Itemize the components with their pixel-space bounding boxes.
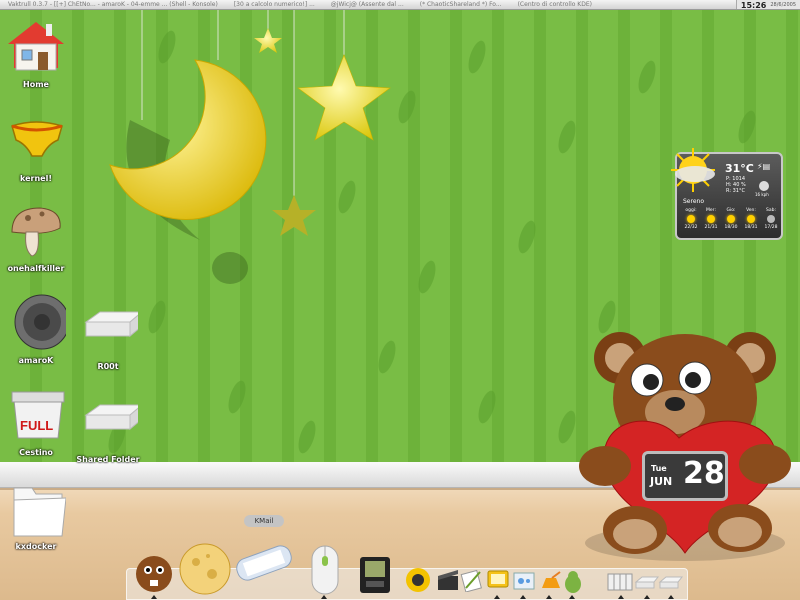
calendar-weekday: Tue (651, 464, 667, 473)
clapper-icon[interactable] (436, 568, 460, 596)
underwear-icon (6, 112, 66, 172)
network-icon[interactable] (512, 570, 536, 596)
desktop-icon-kernel[interactable]: kernel! (0, 112, 72, 183)
drive-icon (78, 300, 144, 360)
kettle-icon[interactable] (538, 570, 562, 596)
monitor-icon[interactable] (486, 568, 510, 596)
trash-full-icon: FULL (6, 386, 66, 446)
desktop-icon-label: Cestino (19, 448, 53, 457)
camera-icon[interactable] (404, 566, 432, 598)
desktop-icon-amarok[interactable]: amaroK (0, 294, 72, 365)
drive-icon (78, 393, 144, 453)
task-calcolo[interactable]: [30 a calcolo numerico!] ... (226, 1, 323, 8)
sun-icon (687, 215, 695, 223)
desktop-icon-kxdocker[interactable]: kxdocker (0, 480, 72, 551)
forecast-day: oggi: 22/32 (684, 208, 698, 230)
wind-icon: ⚡▤ (757, 162, 771, 171)
weather-condition: Sereno (683, 198, 704, 205)
running-indicator (520, 595, 526, 599)
desktop-icon-r00t[interactable]: R00t (72, 300, 144, 371)
editor-icon[interactable] (460, 568, 484, 596)
running-indicator (668, 595, 674, 599)
drive-icon[interactable] (658, 574, 684, 594)
sun-icon (707, 215, 715, 223)
mushroom-icon (6, 202, 66, 262)
running-indicator (494, 595, 500, 599)
weather-details: P: 1014 H: 40 % R: 31°C (726, 176, 746, 194)
task-chaotic[interactable]: (* ChaoticShareland *) Fo... (412, 1, 510, 8)
sun-icon (747, 215, 755, 223)
desktop-icon-shared-folder[interactable]: Shared Folder (72, 393, 144, 464)
forecast-day: Sab: 17/28 (764, 208, 778, 230)
book-icon[interactable] (606, 570, 634, 598)
forecast-day: Gio: 18/30 (724, 208, 738, 230)
weather-temperature: 31°C (725, 162, 754, 175)
star-small (254, 28, 282, 53)
star-large (297, 54, 391, 141)
task-konsole[interactable]: Vaktrull 0.3.7 - [[+] ChEtNo... - amaroK… (0, 1, 226, 8)
weather-wind: 16 kph (755, 192, 769, 197)
weather-widget[interactable]: 31°C P: 1014 H: 40 % R: 31°C ⚡▤ 16 kph S… (671, 148, 783, 240)
clock-date: 28/6/2005 (770, 2, 796, 8)
trash-badge: FULL (20, 418, 53, 433)
cheese-icon[interactable] (178, 542, 232, 600)
running-indicator (321, 595, 327, 599)
task-chat[interactable]: @jWicj@ (Assente dal ... (323, 1, 412, 8)
running-indicator (569, 595, 575, 599)
drive-icon[interactable] (634, 574, 660, 594)
desktop-icon-label: kxdocker (15, 542, 57, 551)
storm-icon (767, 215, 775, 223)
sun-icon (727, 215, 735, 223)
desktop-icon-onehalfkiller[interactable]: onehalfkiller (0, 202, 72, 273)
desktop-icon-label: Home (23, 80, 49, 89)
running-indicator (151, 595, 157, 599)
wind-gauge-icon (759, 181, 769, 191)
penguin-icon[interactable] (562, 570, 584, 598)
running-indicator (618, 595, 624, 599)
teddy-bear-clock (579, 332, 791, 561)
calendar-month: JUN (650, 475, 673, 488)
desktop-icon-label: R00t (97, 362, 119, 371)
dock-tooltip: KMail (244, 515, 284, 527)
desktop-icon-label: amaroK (18, 356, 54, 365)
beaver-icon[interactable] (132, 554, 176, 598)
house-icon (6, 18, 66, 78)
desktop-icon-label: onehalfkiller (7, 264, 65, 273)
folder-icon (6, 480, 67, 540)
desktop-icon-home[interactable]: Home (0, 18, 72, 89)
task-kcontrol[interactable]: (Centro di controllo KDE) (510, 1, 600, 8)
weather-forecast: oggi: 22/32 Mer: 21/31 Gio: 18/30 Ven: 18/31… (681, 208, 781, 230)
desktop-icon-label: kernel! (20, 174, 52, 183)
desktop-icon-cestino[interactable]: FULL Cestino (0, 386, 72, 457)
mouse-icon[interactable] (310, 544, 340, 600)
desktop-icon-label: Shared Folder (76, 455, 140, 464)
pda-icon[interactable] (358, 555, 392, 599)
running-indicator (546, 595, 552, 599)
speaker-icon (6, 294, 70, 354)
forecast-day: Mer: 21/31 (704, 208, 718, 230)
top-taskbar: Vaktrull 0.3.7 - [[+] ChEtNo... - amaroK… (0, 0, 800, 10)
clock-time: 15:26 (740, 0, 767, 10)
calendar-day: 28 (683, 456, 725, 491)
clock[interactable]: 15:26 28/6/2005 (735, 0, 800, 10)
forecast-day: Ven: 18/31 (744, 208, 758, 230)
mail-icon[interactable] (230, 540, 298, 590)
sun-cloud-icon (671, 148, 715, 192)
moon-stars-mobile (109, 10, 391, 284)
calendar-widget[interactable]: Tue JUN 28 (642, 451, 728, 501)
running-indicator (644, 595, 650, 599)
star-medium (272, 195, 316, 236)
